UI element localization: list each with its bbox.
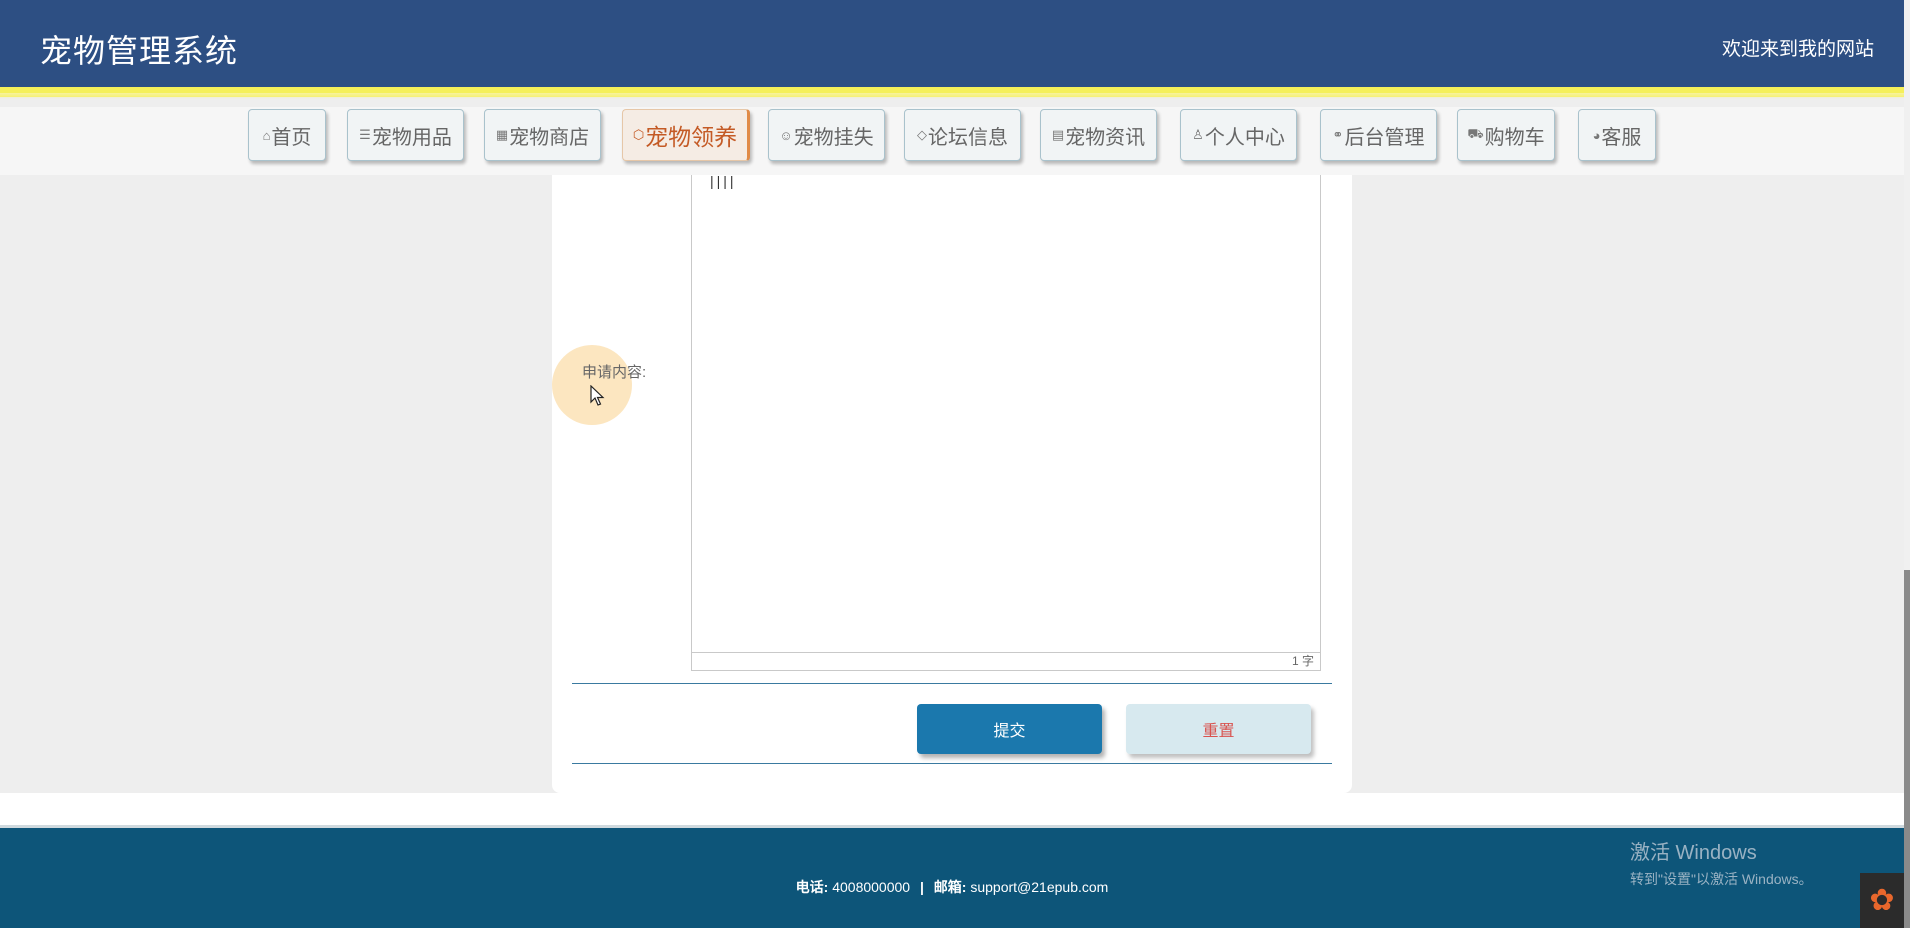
nav-item-pet-store[interactable]: ▦ 宠物商店: [484, 109, 601, 161]
word-count: 1 字: [692, 652, 1320, 670]
nav-label: 首页: [271, 126, 312, 149]
home-icon: ⌂: [262, 127, 271, 143]
nav-item-pet-lost[interactable]: ☺ 宠物挂失: [768, 109, 885, 161]
nav-label: 后台管理: [1344, 126, 1425, 149]
footer-spacer: [0, 793, 1904, 825]
nav-item-admin[interactable]: ⚭ 后台管理: [1320, 109, 1437, 161]
nav-label: 个人中心: [1204, 126, 1285, 149]
nav-label: 宠物用品: [371, 126, 452, 149]
user-icon: ♙: [1192, 127, 1204, 142]
nav-item-forum[interactable]: ◇ 论坛信息: [904, 109, 1021, 161]
link-icon: ⚭: [1332, 127, 1344, 142]
document-icon: ▤: [1051, 127, 1065, 142]
footer-contact: 电话: 4008000000 | 邮箱: support@21epub.com: [0, 877, 1904, 897]
editor-text: ||||: [710, 173, 737, 189]
submit-button[interactable]: 提交: [917, 704, 1102, 754]
nav-label: 客服: [1601, 126, 1642, 149]
form-divider-bottom: [572, 763, 1332, 764]
nav-label: 宠物领养: [645, 124, 738, 150]
windows-activation-watermark: 激活 Windows 转到"设置"以激活 Windows。: [1630, 836, 1813, 889]
watermark-subtitle: 转到"设置"以激活 Windows。: [1630, 871, 1813, 887]
nav-label: 论坛信息: [928, 126, 1008, 149]
page-scrollbar[interactable]: [1904, 0, 1910, 928]
content-editor[interactable]: |||| 1 字: [691, 173, 1321, 671]
store-icon: ▦: [495, 127, 509, 142]
mouse-cursor-icon: [590, 385, 605, 406]
nav-item-home[interactable]: ⌂ 首页: [248, 109, 326, 161]
site-footer: 电话: 4008000000 | 邮箱: support@21epub.com: [0, 825, 1904, 928]
adoption-form-card: 申请内容: |||| 1 字 提交 重置: [552, 173, 1352, 793]
scrollbar-thumb[interactable]: [1904, 570, 1910, 928]
nav-label: 宠物商店: [509, 126, 590, 149]
nav-label: 宠物资讯: [1065, 126, 1146, 149]
main-nav: ⌂ 首页 ☰ 宠物用品 ▦ 宠物商店 ⬡ 宠物领养 ☺ 宠物挂失 ◇ 论坛信息 ▤ 宠物资讯 …: [0, 107, 1904, 175]
site-title[interactable]: 宠物管理系统: [40, 26, 238, 72]
smile-icon: ☺: [779, 127, 793, 143]
nav-item-personal-center[interactable]: ♙ 个人中心: [1180, 109, 1297, 161]
cart-icon: ⛟: [1467, 126, 1484, 141]
nav-item-pet-adoption[interactable]: ⬡ 宠物领养: [622, 109, 750, 161]
nav-label: 宠物挂失: [793, 126, 874, 149]
sliders-icon: ☰: [359, 127, 371, 142]
form-divider-top: [572, 683, 1332, 684]
tag-icon: ◇: [917, 127, 927, 142]
nav-item-pet-news[interactable]: ▤ 宠物资讯: [1040, 109, 1157, 161]
phone-label: 电话:: [795, 879, 829, 895]
top-header: 宠物管理系统 欢迎来到我的网站: [0, 0, 1904, 99]
email-address: support@21epub.com: [970, 879, 1109, 895]
nav-item-customer-service[interactable]: ◕ 客服: [1578, 109, 1656, 161]
phone-number: 4008000000: [832, 879, 911, 895]
content-label: 申请内容:: [582, 364, 647, 381]
nav-item-pet-supplies[interactable]: ☰ 宠物用品: [347, 109, 464, 161]
email-label: 邮箱:: [933, 879, 967, 895]
watermark-title: 激活 Windows: [1630, 842, 1757, 864]
footer-separator: |: [919, 879, 924, 895]
chat-icon: ◕: [1592, 127, 1601, 143]
cube-icon: ⬡: [632, 127, 645, 142]
nav-label: 购物车: [1484, 126, 1545, 149]
header-shade: [0, 93, 1904, 99]
gear-icon[interactable]: ✿: [1860, 873, 1904, 928]
nav-item-cart[interactable]: ⛟ 购物车: [1457, 109, 1555, 161]
reset-button[interactable]: 重置: [1126, 704, 1311, 754]
welcome-text: 欢迎来到我的网站: [1721, 39, 1874, 60]
